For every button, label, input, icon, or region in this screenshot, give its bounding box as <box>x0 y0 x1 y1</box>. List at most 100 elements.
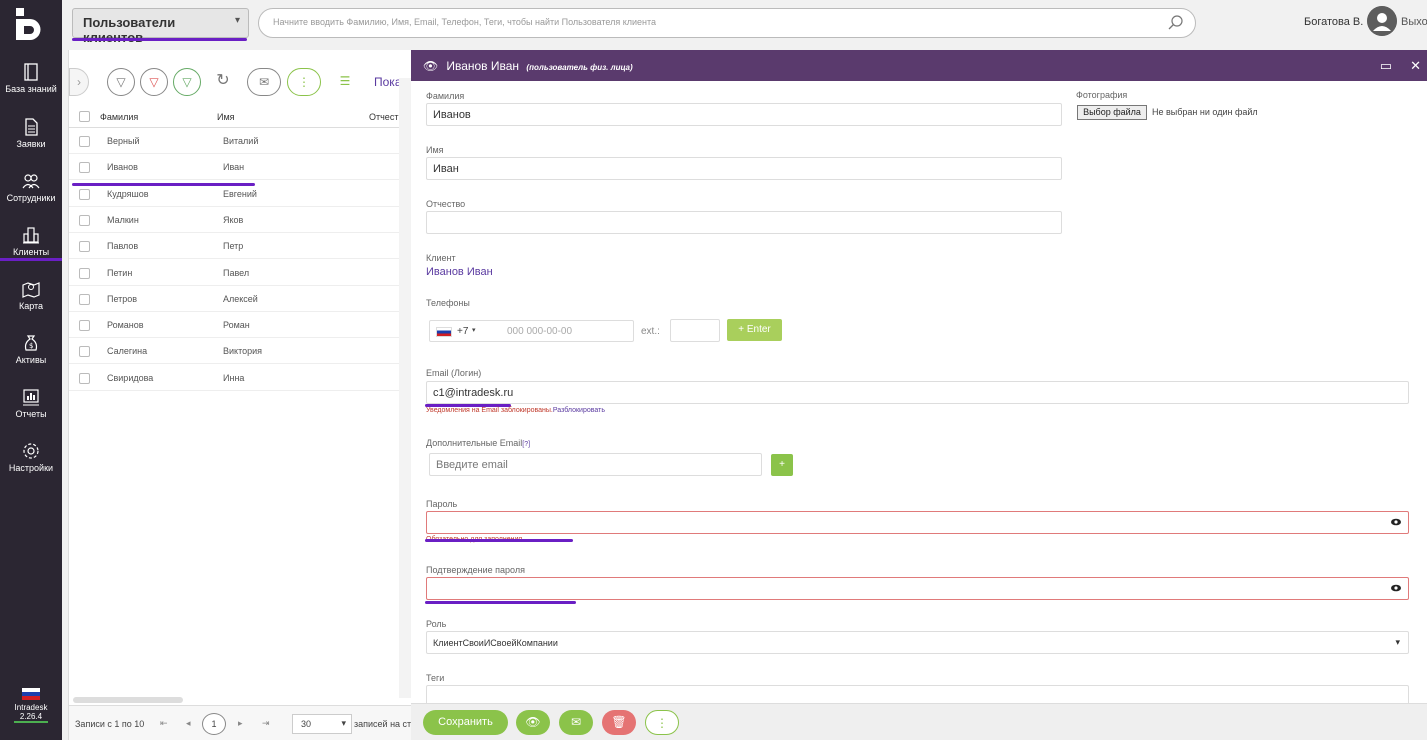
tags-label: Теги <box>426 673 445 683</box>
role-select[interactable]: КлиентСвоиИСвоейКомпании ▾ <box>426 631 1409 654</box>
last-page-icon[interactable]: ⇥ <box>262 718 270 729</box>
nav-label: Карта <box>18 301 44 311</box>
ext-field[interactable] <box>670 319 720 342</box>
current-page[interactable]: 1 <box>202 713 226 735</box>
close-icon[interactable]: ✕ <box>1410 58 1421 74</box>
password-field[interactable] <box>426 511 1409 534</box>
cell-first-name: Роман <box>223 320 250 331</box>
middle-name-field[interactable] <box>426 211 1062 234</box>
show-password-icon[interactable] <box>1391 584 1401 592</box>
row-checkbox[interactable] <box>79 214 90 226</box>
email-notice-text: Уведомления на Email заблокированы. <box>426 407 553 414</box>
table-row[interactable]: Петров Алексей <box>69 286 399 312</box>
per-page-select[interactable]: 30 ▾ <box>292 714 352 734</box>
row-checkbox[interactable] <box>79 372 90 384</box>
row-checkbox[interactable] <box>79 241 90 253</box>
nav-item-employees[interactable]: Сотрудники <box>0 171 62 203</box>
row-checkbox[interactable] <box>79 136 90 147</box>
nav-item-map[interactable]: Карта <box>0 279 62 311</box>
view-button[interactable]: 👁 <box>516 710 550 735</box>
nav-item-clients[interactable]: Клиенты <box>0 225 62 261</box>
clients-list-panel: › ▽ ▽ ▽ ↻ ✉ ⋮ ☰ Показа Фамилия Имя Отчес… <box>68 50 414 740</box>
row-checkbox[interactable] <box>79 293 90 305</box>
table-row[interactable]: Малкин Яков <box>69 207 399 233</box>
table-row[interactable]: Свиридова Инна <box>69 365 399 391</box>
horizontal-scrollbar[interactable] <box>73 697 183 703</box>
enter-phone-button[interactable]: + Enter <box>727 319 782 341</box>
top-bar: Пользователи клиентов Начните вводить Фа… <box>62 0 1427 50</box>
row-checkbox[interactable] <box>79 320 90 332</box>
phone-code[interactable]: +7 <box>457 326 468 337</box>
first-page-icon[interactable]: ⇤ <box>160 718 168 729</box>
table-row[interactable]: Салегина Виктория <box>69 338 399 365</box>
nav-item-knowledge-base[interactable]: База знаний <box>0 62 62 94</box>
row-checkbox[interactable] <box>79 162 90 174</box>
delete-button[interactable]: 🗑 <box>602 710 636 735</box>
choose-file-button[interactable]: Выбор файла <box>1077 105 1147 120</box>
column-header-last-name[interactable]: Фамилия <box>100 112 138 122</box>
table-row[interactable]: Иванов Иван <box>69 154 399 181</box>
search-placeholder: Начните вводить Фамилию, Имя, Email, Тел… <box>273 17 657 27</box>
show-password-icon[interactable] <box>1391 518 1401 526</box>
filter-button[interactable]: ▽ <box>107 68 135 96</box>
column-header-middle-name[interactable]: Отчест <box>369 112 398 122</box>
nav-item-assets[interactable]: $ Активы <box>0 333 62 365</box>
refresh-button[interactable]: ↻ <box>209 68 237 96</box>
column-header-first-name[interactable]: Имя <box>217 112 235 122</box>
logo-icon[interactable] <box>16 8 46 40</box>
table-row[interactable]: Павлов Петр <box>69 233 399 260</box>
row-checkbox[interactable] <box>79 188 90 200</box>
maximize-icon[interactable]: ▭ <box>1380 58 1392 74</box>
send-mail-button[interactable]: ✉ <box>559 710 593 735</box>
nav-label: База знаний <box>5 84 57 94</box>
next-page-icon[interactable]: ▸ <box>238 718 243 729</box>
nav-item-reports[interactable]: Отчеты <box>0 387 62 419</box>
confirm-password-field[interactable] <box>426 577 1409 600</box>
save-filter-button[interactable]: ▽ <box>173 68 201 96</box>
user-name[interactable]: Богатова В. <box>1304 16 1363 28</box>
last-name-field[interactable]: Иванов <box>426 103 1062 126</box>
phone-input[interactable]: +7 ▾ 000 000-00-00 <box>429 320 634 342</box>
expand-panel-button[interactable]: › <box>69 68 89 96</box>
add-email-button[interactable]: + <box>771 454 793 476</box>
extra-email-label: Дополнительные Email[?] <box>426 438 530 448</box>
people-icon <box>22 174 40 189</box>
first-name-label: Имя <box>426 145 444 155</box>
first-name-field[interactable]: Иван <box>426 157 1062 180</box>
client-link[interactable]: Иванов Иван <box>426 266 493 278</box>
phone-placeholder: 000 000-00-00 <box>507 326 573 337</box>
section-select[interactable]: Пользователи клиентов <box>72 8 249 45</box>
nav-item-settings[interactable]: Настройки <box>0 441 62 473</box>
list-vertical-scrollbar[interactable] <box>399 78 411 698</box>
row-checkbox[interactable] <box>79 267 90 279</box>
mail-button[interactable]: ✉ <box>247 68 281 96</box>
search-input[interactable]: Начните вводить Фамилию, Имя, Email, Тел… <box>258 8 1196 38</box>
exit-link[interactable]: Выход <box>1401 16 1427 28</box>
extra-email-field[interactable]: Введите email <box>429 453 762 476</box>
search-icon[interactable] <box>1167 14 1185 32</box>
email-field[interactable]: c1@intradesk.ru <box>426 381 1409 404</box>
more-actions-button[interactable]: ⋮ <box>645 710 679 735</box>
table-row[interactable]: Романов Роман <box>69 312 399 339</box>
nav-item-tickets[interactable]: Заявки <box>0 117 62 149</box>
row-checkbox[interactable] <box>79 346 90 358</box>
russian-flag-icon[interactable] <box>436 327 452 337</box>
book-icon <box>24 63 38 81</box>
more-dots-icon: ⋮ <box>656 716 668 730</box>
save-button[interactable]: Сохранить <box>423 710 508 735</box>
more-dots-icon: ⋮ <box>298 75 310 89</box>
cell-last-name: Свиридова <box>107 372 154 383</box>
filter-icon: ▽ <box>116 75 126 89</box>
cell-last-name: Петин <box>107 267 133 278</box>
more-actions-button[interactable]: ⋮ <box>287 68 321 96</box>
select-all-checkbox[interactable] <box>79 111 90 122</box>
unblock-link[interactable]: Разблокировать <box>553 407 605 414</box>
table-row[interactable]: Петин Павел <box>69 260 399 286</box>
table-row[interactable]: Верный Виталий <box>69 128 399 154</box>
avatar[interactable] <box>1367 6 1397 36</box>
russian-flag-icon[interactable] <box>22 688 40 700</box>
clear-filter-button[interactable]: ▽ <box>140 68 168 96</box>
help-icon[interactable]: [?] <box>522 441 530 448</box>
columns-settings-button[interactable]: ☰ <box>331 68 359 96</box>
prev-page-icon[interactable]: ◂ <box>186 718 191 729</box>
